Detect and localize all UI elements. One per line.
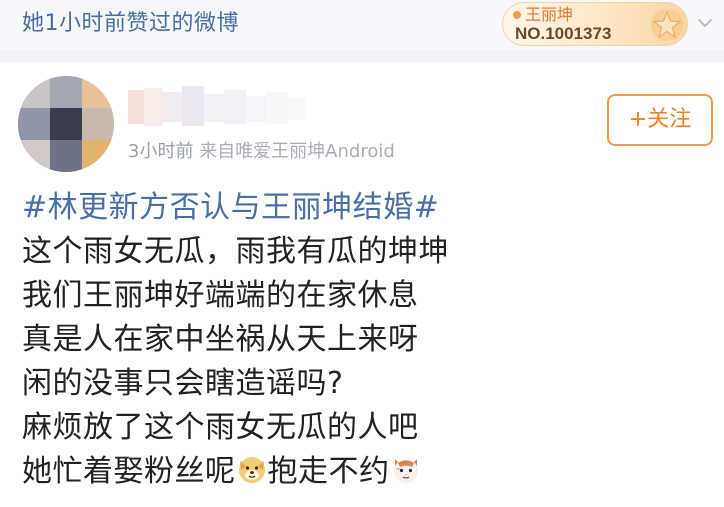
weibo-page: 她1小时前赞过的微博 王丽坤 NO.1001373 3小时前 来自唯爱王丽坤An… <box>0 0 724 507</box>
follow-button[interactable]: +关注 <box>607 94 713 146</box>
fan-badge[interactable]: 王丽坤 NO.1001373 <box>502 2 688 46</box>
section-divider <box>0 50 724 62</box>
post-line: 麻烦放了这个雨女无瓜的人吧 <box>22 410 419 445</box>
post-line: 闲的没事只会瞎造谣吗? <box>22 366 344 401</box>
dog-face-emoji-icon <box>238 457 265 483</box>
star-icon <box>651 9 683 41</box>
post-line: 真是人在家中坐祸从天上来呀 <box>22 322 419 357</box>
username-blurred[interactable] <box>128 84 328 130</box>
header-title: 她1小时前赞过的微博 <box>22 11 239 36</box>
avatar-pixelated-image <box>18 76 114 172</box>
post-line: 我们王丽坤好端端的在家休息 <box>22 278 419 313</box>
cat-face-emoji-icon <box>393 459 418 483</box>
post-time: 3小时前 <box>128 141 194 162</box>
post-line: 这个雨女无瓜，雨我有瓜的坤坤 <box>22 234 449 269</box>
liked-posts-header: 她1小时前赞过的微博 王丽坤 NO.1001373 <box>0 0 724 50</box>
post-meta: 3小时前 来自唯爱王丽坤Android <box>128 140 395 164</box>
badge-number: NO.1001373 <box>515 24 612 43</box>
post-line-part: 她忙着娶粉丝呢 <box>22 454 236 489</box>
post-line-part: 抱走不约 <box>267 454 390 489</box>
post-line-last: 她忙着娶粉丝呢 抱走不约 <box>22 450 712 494</box>
badge-dot-icon <box>513 11 521 19</box>
post-body: #林更新方否认与王丽坤结婚# 这个雨女无瓜，雨我有瓜的坤坤 我们王丽坤好端端的在… <box>22 186 712 494</box>
avatar[interactable] <box>18 76 114 172</box>
post-source[interactable]: 来自唯爱王丽坤Android <box>199 141 395 162</box>
chevron-down-icon[interactable] <box>696 14 714 32</box>
topic-hashtag-link[interactable]: #林更新方否认与王丽坤结婚# <box>22 186 712 230</box>
badge-name: 王丽坤 <box>525 5 574 24</box>
